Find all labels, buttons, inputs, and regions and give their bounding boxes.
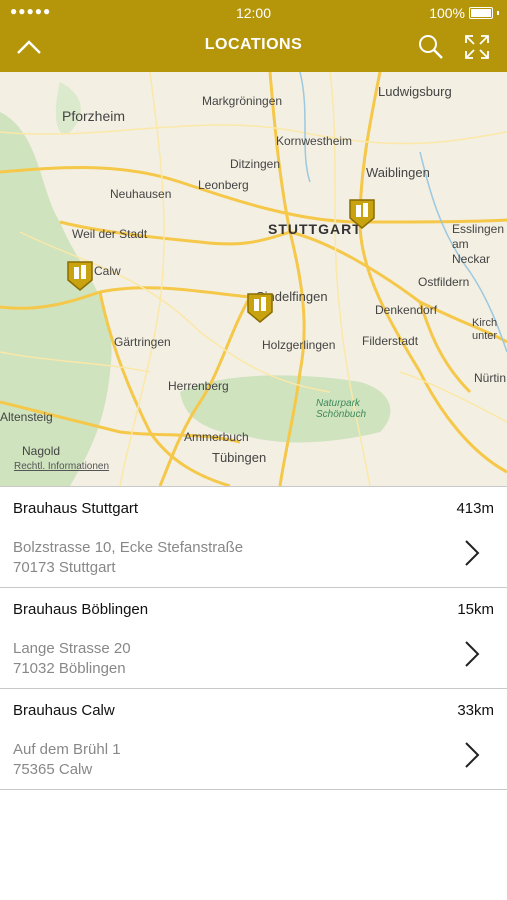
brewery-pin-icon [349,199,375,229]
location-row[interactable]: Brauhaus Stuttgart 413m Bolzstrasse 10, … [0,486,507,587]
locations-list: Brauhaus Stuttgart 413m Bolzstrasse 10, … [0,486,507,790]
map-label-ammerbuch: Ammerbuch [184,430,249,444]
location-distance: 413m [456,500,494,517]
legal-link[interactable]: Rechtl. Informationen [14,461,109,472]
map-label-ostfildern: Ostfildern [418,275,470,289]
chevron-right-icon [465,742,480,768]
location-pin-calw[interactable] [66,260,94,292]
map-label-holzgerlingen: Holzgerlingen [262,338,336,352]
map-label-weil: Weil der Stadt [72,227,148,241]
brewery-pin-icon [247,293,273,323]
location-pin-boeblingen[interactable] [246,292,274,324]
search-icon [419,35,443,59]
map-label-tuebingen: Tübingen [212,450,267,465]
location-row[interactable]: Brauhaus Calw 33km Auf dem Brühl 1 75365… [0,688,507,790]
map-label-leonberg: Leonberg [198,178,249,192]
map-label-nagold: Nagold [22,444,61,458]
brewery-pin-icon [67,261,93,291]
map-label-waiblingen: Waiblingen [366,165,430,180]
map-label-neuhausen: Neuhausen [110,187,172,201]
locations-map[interactable]: Pforzheim Markgröningen Ludwigsburg Korn… [0,72,507,486]
map-label-calw: Calw [94,264,121,278]
location-address-line1: Lange Strasse 20 [13,640,131,657]
location-name: Brauhaus Böblingen [13,601,149,618]
location-address-line2: 75365 Calw [13,761,93,778]
map-label-gaertringen: Gärtringen [114,335,171,349]
expand-map-button[interactable] [462,32,492,62]
map-label-ludwigsburg: Ludwigsburg [378,84,452,99]
search-button[interactable] [416,32,446,62]
expand-icon [465,35,489,59]
battery-icon [469,7,493,19]
map-label-markgroeningen: Markgröningen [202,94,283,108]
location-distance: 15km [457,601,494,618]
status-bar: ●●●●● 12:00 100% [0,0,507,26]
map-label-nuertingen: Nürtin [474,371,507,385]
map-label-ditzingen: Ditzingen [230,157,281,171]
map-label-esslingen: Esslingen am Neckar [452,222,505,266]
location-address-line2: 71032 Böblingen [13,660,126,677]
location-name: Brauhaus Calw [13,702,115,719]
map-label-denkendorf: Denkendorf [375,303,438,317]
map-label-kirch: Kirch unter [472,317,498,342]
map-label-herrenberg: Herrenberg [168,379,229,393]
location-address-line1: Auf dem Brühl 1 [13,741,121,758]
battery-indicator: 100% [429,5,499,21]
location-distance: 33km [457,702,494,719]
map-label-naturpark: Naturpark Schönbuch [316,398,367,420]
map-label-pforzheim: Pforzheim [62,108,126,124]
nav-bar: LOCATIONS [0,26,507,72]
map-label-kornwestheim: Kornwestheim [276,134,353,148]
chevron-right-icon [465,540,480,566]
location-name: Brauhaus Stuttgart [13,500,139,517]
map-label-altensteig: Altensteig [0,410,53,424]
location-address-line1: Bolzstrasse 10, Ecke Stefanstraße [13,539,244,556]
location-address-line2: 70173 Stuttgart [13,559,116,576]
app-header: ●●●●● 12:00 100% LOCATIONS [0,0,507,72]
chevron-right-icon [465,641,480,667]
location-pin-stuttgart[interactable] [348,198,376,230]
map-label-filderstadt: Filderstadt [362,334,419,348]
location-row[interactable]: Brauhaus Böblingen 15km Lange Strasse 20… [0,587,507,688]
battery-percent: 100% [429,5,465,21]
